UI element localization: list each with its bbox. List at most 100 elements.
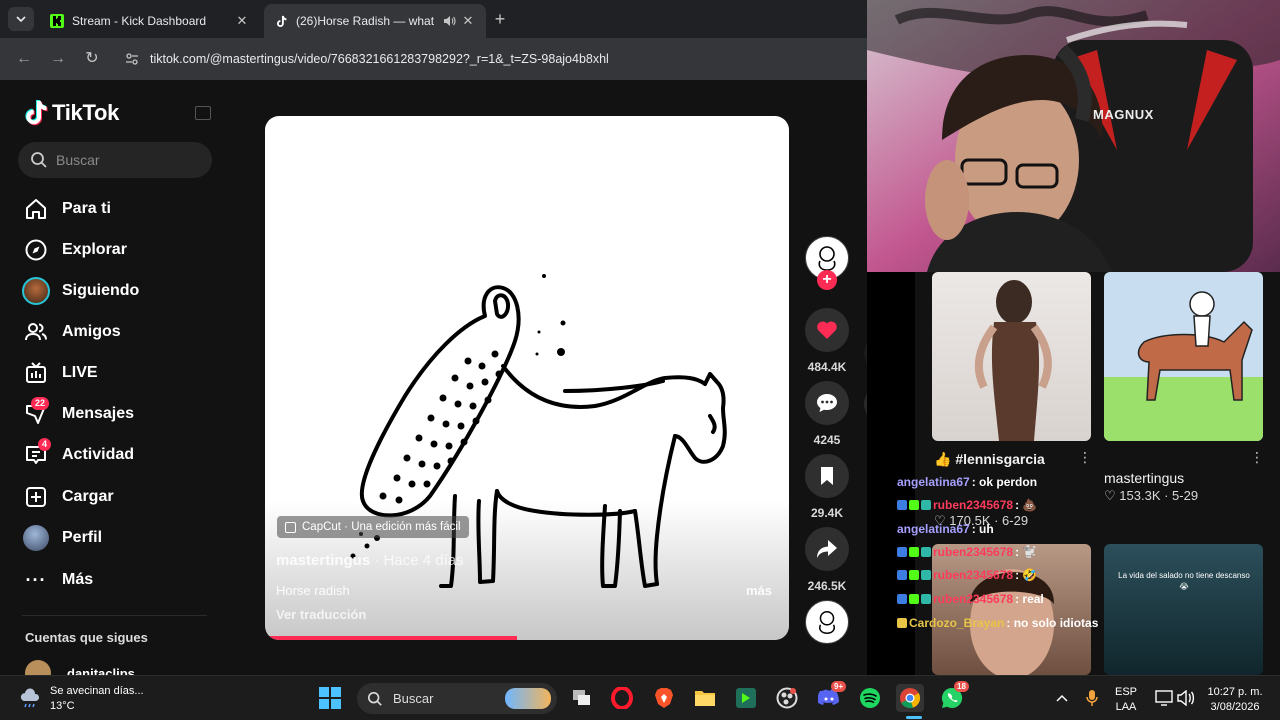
forward-icon[interactable]: → bbox=[48, 49, 68, 69]
bookmark-icon bbox=[821, 467, 833, 485]
weather-widget[interactable]: Se avecinan días... 13°C bbox=[18, 684, 144, 714]
follow-button[interactable]: + bbox=[817, 270, 837, 290]
author-name: mastertingus bbox=[276, 552, 371, 569]
clock-date: 3/08/2026 bbox=[1210, 701, 1260, 713]
following-item[interactable]: danitaclips bbox=[25, 660, 135, 675]
streaming-app-icon[interactable] bbox=[732, 684, 760, 712]
nav-mensajes[interactable]: 22 Mensajes bbox=[22, 397, 134, 430]
spotify-icon[interactable] bbox=[856, 684, 884, 712]
chat-text: : uh bbox=[971, 522, 994, 536]
heart-icon bbox=[817, 321, 837, 339]
tab-search-button[interactable] bbox=[8, 7, 34, 31]
tab-close-icon[interactable]: ✕ bbox=[460, 13, 476, 29]
site-settings-icon[interactable] bbox=[124, 51, 140, 67]
video-progress-bar[interactable] bbox=[265, 636, 789, 640]
following-section-title: Cuentas que sigues bbox=[25, 630, 148, 645]
thumbnail-caption[interactable]: mastertingus bbox=[1104, 470, 1184, 486]
tab-tiktok[interactable]: (26)Horse Radish — what is ✕ bbox=[264, 4, 486, 38]
following-avatar bbox=[22, 277, 50, 305]
video-thumbnail[interactable] bbox=[932, 272, 1091, 441]
video-thumbnail[interactable] bbox=[932, 544, 1091, 675]
video-author[interactable]: mastertingus · Hace 4 días bbox=[276, 552, 464, 569]
speaker-icon[interactable] bbox=[442, 14, 456, 28]
thumbnail-caption[interactable]: 👍 #lennisgarcia bbox=[934, 451, 1045, 468]
url-text[interactable]: tiktok.com/@mastertingus/video/766832166… bbox=[150, 52, 609, 66]
new-tab-button[interactable]: + bbox=[490, 9, 510, 29]
search-highlight-icon bbox=[505, 688, 551, 709]
nav-actividad[interactable]: 4 Actividad bbox=[22, 438, 135, 471]
system-clock[interactable]: 10:27 p. m. 3/08/2026 bbox=[1200, 685, 1270, 715]
more-icon: ··· bbox=[25, 569, 47, 590]
volume-icon[interactable] bbox=[1172, 684, 1200, 712]
video-player[interactable]: CapCut · Una edición más fácil mastertin… bbox=[265, 116, 789, 640]
language-indicator[interactable]: ESP LAA bbox=[1110, 685, 1142, 715]
chat-message: angelatina67: ok perdon bbox=[897, 475, 1037, 489]
brave-icon[interactable] bbox=[650, 684, 678, 712]
next-video-button[interactable] bbox=[864, 385, 867, 423]
nav-label: Actividad bbox=[62, 446, 135, 463]
like-button[interactable]: 484.4K bbox=[804, 308, 850, 374]
video-caption: Horse radish bbox=[276, 583, 350, 598]
tiktok-logo[interactable]: TikTok bbox=[24, 100, 119, 126]
more-options-icon[interactable]: ⋮ bbox=[1250, 449, 1264, 466]
weather-temp: 13°C bbox=[50, 700, 75, 712]
post-age: · Hace 4 días bbox=[370, 552, 464, 569]
nav-perfil[interactable]: Perfil bbox=[22, 522, 102, 554]
upload-icon bbox=[22, 483, 50, 511]
save-button[interactable]: 29.4K bbox=[804, 454, 850, 520]
thumbnail-person-image bbox=[974, 280, 1052, 441]
chrome-icon[interactable] bbox=[896, 684, 924, 712]
nav-label: Más bbox=[62, 571, 94, 588]
chevron-down-icon bbox=[16, 16, 26, 23]
subscriber-badge-icon bbox=[897, 500, 907, 510]
avatar bbox=[25, 660, 51, 675]
post-date: 5-29 bbox=[1172, 488, 1199, 503]
show-hidden-icons-chevron-icon[interactable] bbox=[1048, 684, 1076, 712]
nav-cargar[interactable]: Cargar bbox=[22, 481, 114, 513]
chat-message: ruben2345678: 💩 bbox=[897, 498, 1037, 512]
video-thumbnail[interactable]: La vida del salado no tiene descanso 😭 bbox=[1104, 544, 1263, 675]
sound-avatar[interactable] bbox=[805, 600, 849, 644]
nav-mas[interactable]: ··· Más bbox=[22, 564, 94, 596]
nav-live[interactable]: LIVE bbox=[22, 357, 98, 389]
tab-kick-dashboard[interactable]: Stream - Kick Dashboard ✕ bbox=[40, 4, 260, 38]
chat-username: Cardozo_Brayan bbox=[909, 616, 1005, 630]
taskbar-search[interactable]: Buscar bbox=[357, 683, 557, 714]
back-icon[interactable]: ← bbox=[14, 49, 34, 69]
task-view-icon[interactable] bbox=[568, 684, 596, 712]
reload-icon[interactable]: ↻ bbox=[82, 49, 102, 69]
nav-explorar[interactable]: Explorar bbox=[22, 234, 127, 266]
collapse-sidebar-icon[interactable] bbox=[195, 106, 211, 120]
capcut-tag[interactable]: CapCut · Una edición más fácil bbox=[277, 516, 469, 538]
search-input[interactable]: Buscar bbox=[18, 142, 212, 178]
obs-icon[interactable] bbox=[773, 684, 801, 712]
nav-siguiendo[interactable]: Siguiendo bbox=[22, 275, 139, 307]
discord-icon[interactable]: 9+ bbox=[815, 681, 847, 712]
file-explorer-icon[interactable] bbox=[691, 684, 719, 712]
messages-icon: 22 bbox=[22, 397, 50, 428]
nav-label: Cargar bbox=[62, 488, 114, 505]
more-options-icon[interactable]: ⋮ bbox=[1078, 449, 1092, 466]
whatsapp-icon[interactable]: 18 bbox=[938, 681, 969, 712]
windows-start-button[interactable] bbox=[316, 684, 344, 712]
previous-video-button[interactable] bbox=[864, 334, 867, 372]
microphone-icon[interactable] bbox=[1078, 684, 1106, 712]
opera-icon[interactable] bbox=[608, 684, 636, 712]
profile-avatar bbox=[22, 524, 50, 552]
windows-logo-icon bbox=[319, 687, 341, 709]
nav-para-ti[interactable]: Para ti bbox=[22, 193, 111, 225]
windows-taskbar: Se avecinan días... 13°C Buscar 9+ 18 ESP… bbox=[0, 675, 1280, 720]
chat-username: angelatina67 bbox=[897, 522, 970, 536]
comment-button[interactable]: 4245 bbox=[804, 381, 850, 447]
share-button[interactable]: 246.5K bbox=[804, 527, 850, 593]
caption-more-button[interactable]: más bbox=[746, 583, 772, 598]
tab-close-icon[interactable]: ✕ bbox=[234, 13, 250, 29]
nav-amigos[interactable]: Amigos bbox=[22, 316, 121, 348]
search-placeholder: Buscar bbox=[56, 152, 100, 168]
taskbar-search-label: Buscar bbox=[393, 691, 434, 706]
video-thumbnail[interactable] bbox=[1104, 272, 1263, 441]
vip-badge-icon bbox=[921, 594, 931, 604]
chat-text: : 🤣 bbox=[1015, 568, 1038, 582]
see-translation-button[interactable]: Ver traducción bbox=[276, 607, 366, 622]
weather-forecast: Se avecinan días... bbox=[50, 685, 144, 697]
